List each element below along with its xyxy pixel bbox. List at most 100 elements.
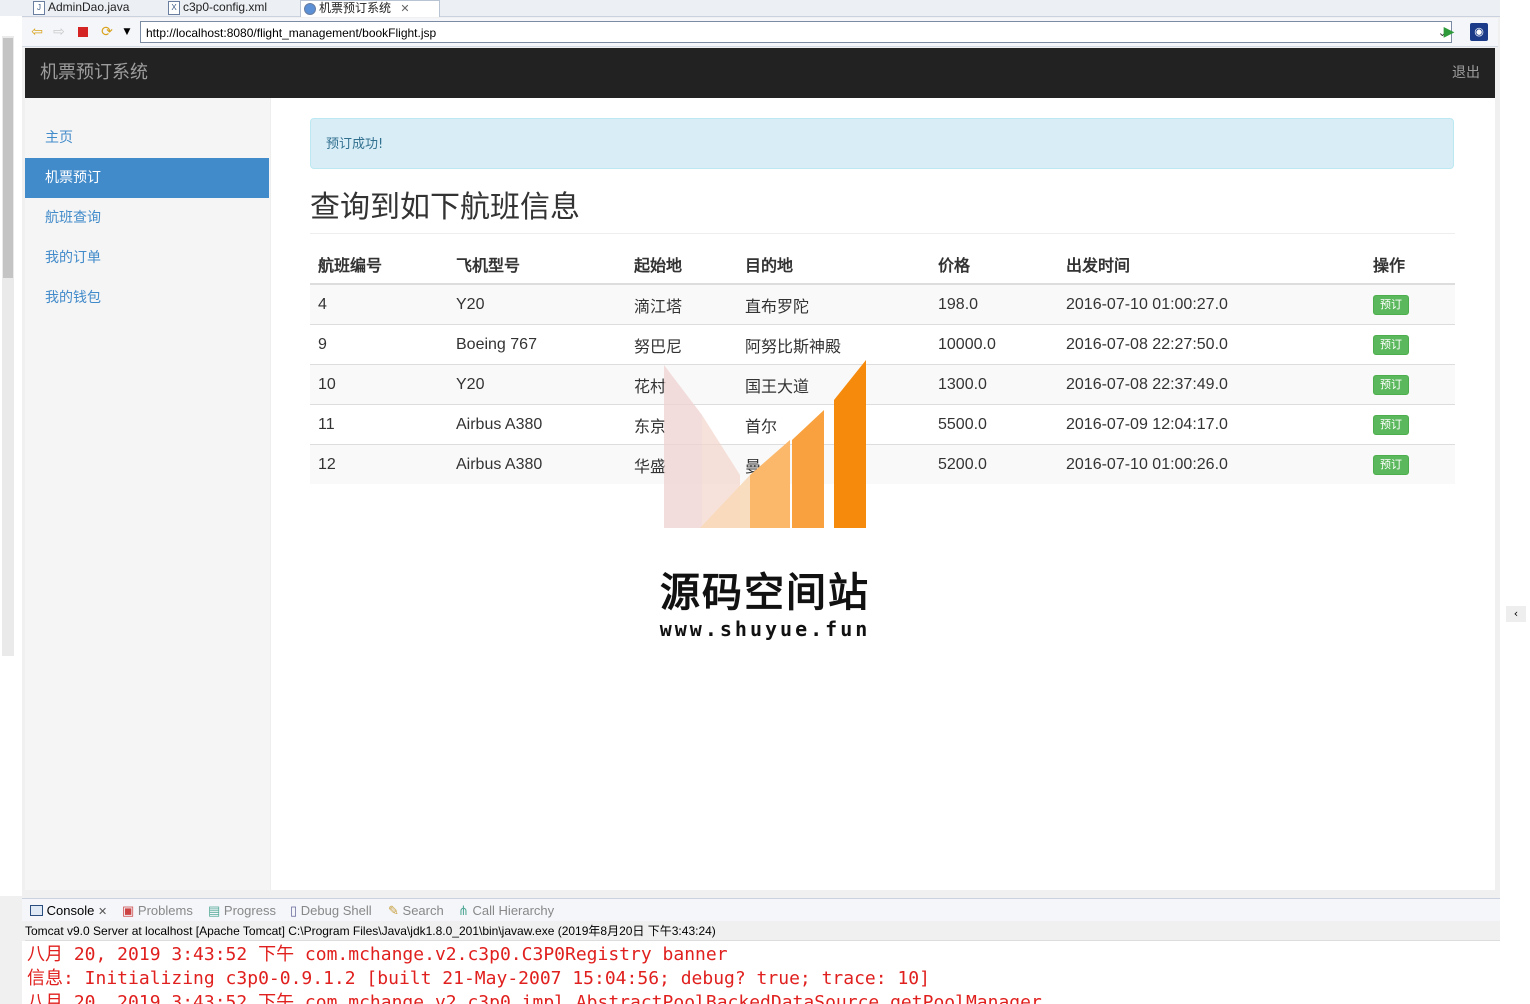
column-header: 出发时间 [1058, 245, 1365, 285]
stop-icon[interactable] [74, 23, 92, 41]
call-hierarchy-icon: ⋔ [458, 903, 469, 918]
console-line: 八月 20, 2019 3:43:52 下午 com.mchange.v2.c3… [27, 944, 728, 965]
flight-id: 9 [310, 324, 448, 365]
chevron-down-icon[interactable]: ▼ [118, 23, 136, 41]
origin: 努巴尼 [626, 324, 737, 365]
editor-tab-admindao[interactable]: J AdminDao.java [30, 0, 168, 16]
price: 1300.0 [930, 364, 1058, 405]
origin: 华盛 [626, 444, 737, 484]
vertical-scrollbar[interactable] [2, 36, 14, 656]
page-title: 查询到如下航班信息 [310, 190, 580, 225]
problems-icon: ▣ [122, 903, 135, 918]
price: 198.0 [930, 283, 1058, 325]
left-panel-strip [0, 16, 22, 896]
column-header: 目的地 [737, 245, 930, 285]
console-line: 信息: Initializing c3p0-0.9.1.2 [built 21-… [27, 968, 930, 989]
tab-problems[interactable]: ▣ Problems [122, 903, 193, 919]
console-line: 八月 20, 2019 3:43:52 下午 com.mchange.v2.c3… [27, 992, 1042, 1004]
book-button[interactable]: 预订 [1373, 454, 1409, 475]
console-tab-bar: Console ✕ ▣ Problems ▤ Progress ▯ Debug … [22, 898, 1500, 921]
table-row: 10 Y20 花村 国王大道 1300.0 2016-07-08 22:37:4… [310, 364, 1455, 405]
refresh-icon[interactable]: ⟳ [98, 23, 116, 41]
flight-id: 11 [310, 404, 448, 445]
action-cell: 预订 [1365, 364, 1455, 405]
flight-id: 12 [310, 444, 448, 484]
destination: 国王大道 [737, 364, 930, 405]
column-header: 航班编号 [310, 245, 448, 285]
back-arrow-icon[interactable]: ⇦ [28, 23, 46, 41]
browser-toolbar: ⇦ ⇨ ⟳ ▼ http://localhost:8080/flight_man… [22, 18, 1498, 47]
globe-icon [304, 3, 316, 15]
departure-time: 2016-07-10 01:00:26.0 [1058, 444, 1365, 484]
editor-tab-browser[interactable]: 机票预订系统 ✕ [300, 0, 440, 17]
table-row: 11 Airbus A380 东京 首尔 5500.0 2016-07-09 1… [310, 404, 1455, 445]
search-icon: ✎ [388, 903, 399, 918]
tab-call-hierarchy[interactable]: ⋔ Call Hierarchy [458, 903, 554, 919]
table-row: 12 Airbus A380 华盛 曼 5200.0 2016-07-10 01… [310, 444, 1455, 484]
column-header: 飞机型号 [448, 245, 626, 285]
origin: 东京 [626, 404, 737, 445]
book-button[interactable]: 预订 [1373, 414, 1409, 435]
table-row: 4 Y20 滴江塔 直布罗陀 198.0 2016-07-10 01:00:27… [310, 283, 1455, 325]
column-header: 操作 [1365, 245, 1455, 285]
java-file-icon: J [33, 1, 45, 15]
column-header: 起始地 [626, 245, 737, 285]
origin: 花村 [626, 364, 737, 405]
action-cell: 预订 [1365, 404, 1455, 445]
debug-shell-icon: ▯ [290, 903, 298, 918]
tab-console[interactable]: Console ✕ [30, 903, 107, 918]
collapse-arrow-icon[interactable]: ‹ [1506, 606, 1526, 622]
console-process-info: Tomcat v9.0 Server at localhost [Apache … [25, 922, 1500, 941]
close-icon[interactable]: ✕ [400, 3, 409, 15]
logout-link[interactable]: 退出 [1452, 48, 1480, 98]
sidebar-item-my-wallet[interactable]: 我的钱包 [25, 278, 269, 318]
action-cell: 预订 [1365, 283, 1455, 325]
divider [310, 233, 1455, 234]
sidebar: 主页 机票预订 航班查询 我的订单 我的钱包 [25, 98, 271, 890]
price: 5500.0 [930, 404, 1058, 445]
aircraft-model: Y20 [448, 283, 626, 325]
aircraft-model: Airbus A380 [448, 444, 626, 484]
aircraft-model: Boeing 767 [448, 324, 626, 365]
editor-tab-bar: J AdminDao.java X c3p0-config.xml 机票预订系统… [0, 0, 1500, 17]
aircraft-model: Airbus A380 [448, 404, 626, 445]
tab-progress[interactable]: ▤ Progress [208, 903, 276, 919]
forward-arrow-icon[interactable]: ⇨ [50, 23, 68, 41]
destination: 首尔 [737, 404, 930, 445]
departure-time: 2016-07-08 22:27:50.0 [1058, 324, 1365, 365]
aircraft-model: Y20 [448, 364, 626, 405]
close-icon[interactable]: ✕ [98, 906, 107, 918]
editor-tab-c3p0-config[interactable]: X c3p0-config.xml [165, 0, 308, 16]
go-icon[interactable]: ▶ [1440, 23, 1458, 41]
console-output[interactable]: 八月 20, 2019 3:43:52 下午 com.mchange.v2.c3… [22, 941, 1500, 1004]
scrollbar-thumb[interactable] [3, 38, 13, 278]
table-header-row: 航班编号 飞机型号 起始地 目的地 价格 出发时间 操作 [310, 245, 1455, 285]
progress-icon: ▤ [208, 903, 221, 918]
brand-title[interactable]: 机票预订系统 [40, 48, 148, 98]
flight-table: 航班编号 飞机型号 起始地 目的地 价格 出发时间 操作 4 Y20 滴江塔 直… [310, 245, 1455, 484]
url-input[interactable]: http://localhost:8080/flight_management/… [140, 21, 1452, 43]
sidebar-item-flight-search[interactable]: 航班查询 [25, 198, 269, 238]
sidebar-item-home[interactable]: 主页 [25, 118, 269, 158]
destination: 曼 [737, 444, 930, 484]
action-cell: 预订 [1365, 444, 1455, 484]
tab-search[interactable]: ✎ Search [388, 903, 444, 919]
book-button[interactable]: 预订 [1373, 334, 1409, 355]
price: 5200.0 [930, 444, 1058, 484]
departure-time: 2016-07-09 12:04:17.0 [1058, 404, 1365, 445]
success-alert: 预订成功! [310, 118, 1454, 169]
tab-debug-shell[interactable]: ▯ Debug Shell [290, 903, 372, 919]
flight-id: 10 [310, 364, 448, 405]
sidebar-item-book-flight[interactable]: 机票预订 [25, 158, 269, 198]
book-button[interactable]: 预订 [1373, 294, 1409, 315]
console-icon [30, 905, 43, 916]
book-button[interactable]: 预订 [1373, 374, 1409, 395]
table-row: 9 Boeing 767 努巴尼 阿努比斯神殿 10000.0 2016-07-… [310, 324, 1455, 365]
sidebar-item-my-orders[interactable]: 我的订单 [25, 238, 269, 278]
navbar: 机票预订系统 退出 [25, 48, 1495, 98]
xml-file-icon: X [168, 1, 180, 15]
column-header: 价格 [930, 245, 1058, 285]
action-cell: 预订 [1365, 324, 1455, 365]
departure-time: 2016-07-08 22:37:49.0 [1058, 364, 1365, 405]
browser-settings-icon[interactable]: ◉ [1470, 23, 1488, 41]
